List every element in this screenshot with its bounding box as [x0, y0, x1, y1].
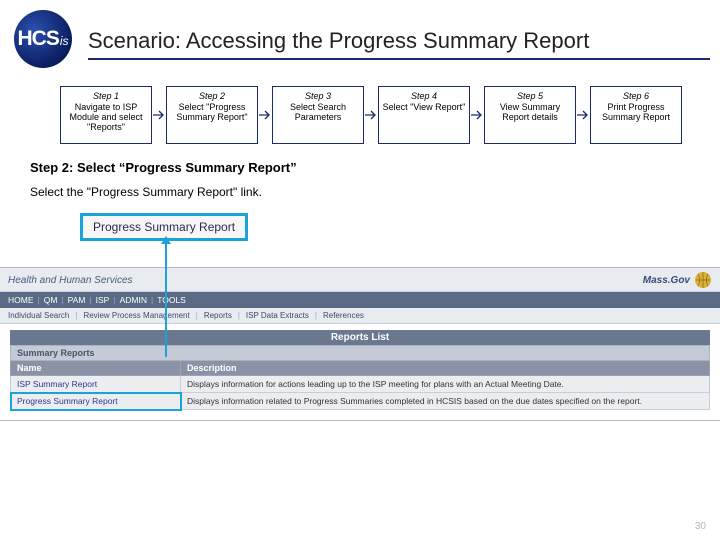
- step-desc: Navigate to ISP Module and select "Repor…: [64, 102, 148, 132]
- callout-arrow-icon: [165, 237, 167, 357]
- step-instruction: Select the "Progress Summary Report" lin…: [0, 177, 720, 207]
- table-row: ISP Summary Report Displays information …: [11, 376, 710, 393]
- column-header-desc: Description: [181, 361, 710, 376]
- step-title: Step 4: [411, 91, 437, 101]
- embedded-screenshot: Health and Human Services Mass.Gov HOME|…: [0, 267, 720, 421]
- reports-list-header: Reports List: [10, 330, 710, 345]
- page-title: Scenario: Accessing the Progress Summary…: [88, 28, 710, 60]
- step-desc: Print Progress Summary Report: [594, 102, 678, 122]
- arrow-right-icon: [364, 86, 378, 144]
- globe-icon: [694, 271, 712, 289]
- reports-table: Summary Reports Name Description ISP Sum…: [10, 345, 710, 410]
- arrow-right-icon: [152, 86, 166, 144]
- arrow-right-icon: [576, 86, 590, 144]
- step-desc: Select Search Parameters: [276, 102, 360, 122]
- logo: HCS is: [10, 10, 80, 70]
- menu-item[interactable]: ISP: [96, 295, 110, 305]
- step-title: Step 5: [517, 91, 543, 101]
- submenu-item[interactable]: References: [323, 311, 364, 320]
- steps-row: Step 1 Navigate to ISP Module and select…: [0, 74, 720, 152]
- current-step-heading: Step 2: Select “Progress Summary Report”: [0, 152, 720, 177]
- step-title: Step 1: [93, 91, 119, 101]
- step-title: Step 6: [623, 91, 649, 101]
- step-box-6: Step 6 Print Progress Summary Report: [590, 86, 682, 144]
- table-subheader: Summary Reports: [11, 346, 710, 361]
- logo-suffix: is: [60, 34, 69, 48]
- column-header-name: Name: [11, 361, 181, 376]
- table-row: Progress Summary Report Displays informa…: [11, 393, 710, 410]
- submenu-item[interactable]: Review Process Management: [83, 311, 189, 320]
- menu-item[interactable]: QM: [44, 295, 58, 305]
- step-box-1: Step 1 Navigate to ISP Module and select…: [60, 86, 152, 144]
- report-link[interactable]: ISP Summary Report: [11, 376, 181, 393]
- step-desc: View Summary Report details: [488, 102, 572, 122]
- submenu-item[interactable]: Reports: [204, 311, 232, 320]
- page-number: 30: [695, 521, 706, 532]
- arrow-right-icon: [470, 86, 484, 144]
- massgov-label[interactable]: Mass.Gov: [643, 275, 690, 286]
- step-box-3: Step 3 Select Search Parameters: [272, 86, 364, 144]
- report-desc: Displays information for actions leading…: [181, 376, 710, 393]
- logo-main-text: HCS: [17, 27, 58, 51]
- app-menubar: HOME| QM| PAM| ISP| ADMIN| TOOLS: [0, 292, 720, 308]
- menu-item[interactable]: HOME: [8, 295, 34, 305]
- report-link-progress-summary[interactable]: Progress Summary Report: [11, 393, 181, 410]
- table-subheader-row: Summary Reports: [11, 346, 710, 361]
- step-title: Step 3: [305, 91, 331, 101]
- report-desc: Displays information related to Progress…: [181, 393, 710, 410]
- logo-circle: HCS is: [14, 10, 72, 68]
- arrow-right-icon: [258, 86, 272, 144]
- step-box-2: Step 2 Select "Progress Summary Report": [166, 86, 258, 144]
- submenu-item[interactable]: ISP Data Extracts: [246, 311, 309, 320]
- app-topbar: Health and Human Services Mass.Gov: [0, 268, 720, 292]
- menu-item[interactable]: ADMIN: [120, 295, 147, 305]
- step-box-4: Step 4 Select "View Report": [378, 86, 470, 144]
- menu-item[interactable]: PAM: [68, 295, 86, 305]
- step-box-5: Step 5 View Summary Report details: [484, 86, 576, 144]
- step-desc: Select "Progress Summary Report": [170, 102, 254, 122]
- callout-area: Progress Summary Report: [40, 207, 720, 267]
- app-submenubar: Individual Search| Review Process Manage…: [0, 308, 720, 324]
- step-desc: Select "View Report": [383, 102, 466, 112]
- submenu-item[interactable]: Individual Search: [8, 311, 69, 320]
- step-title: Step 2: [199, 91, 225, 101]
- app-title: Health and Human Services: [8, 275, 133, 286]
- menu-item[interactable]: TOOLS: [157, 295, 186, 305]
